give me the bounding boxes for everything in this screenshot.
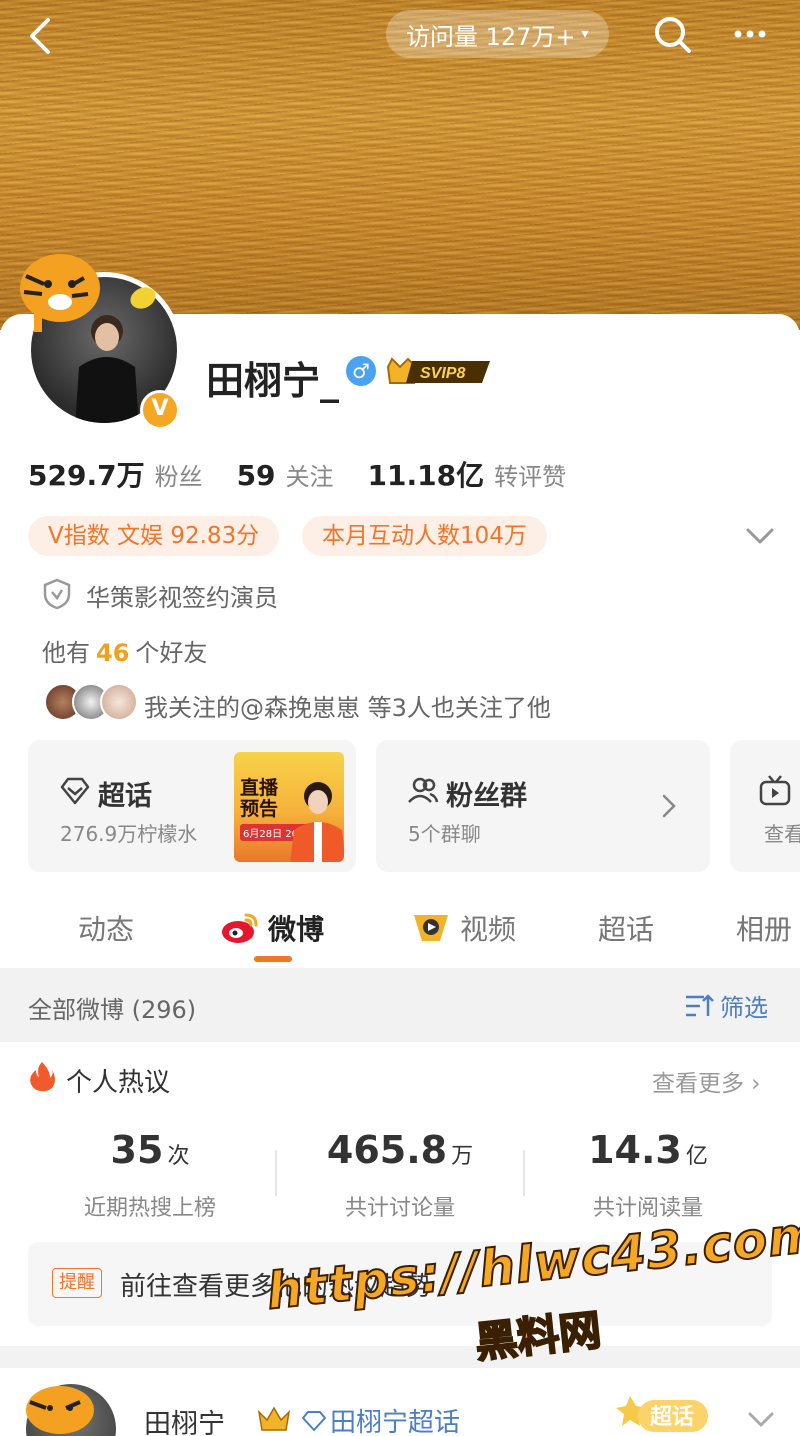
visits-counter-button[interactable]: 访问量 127万+ ▾ [386, 10, 609, 58]
supertopic-badge-label: 超话 [650, 1405, 694, 1430]
fan-group-subtitle: 5个群聊 [408, 822, 481, 846]
followers-label[interactable]: 粉丝 [155, 457, 203, 492]
male-gender-icon: ♂ [346, 356, 376, 386]
post-author-name[interactable]: 田栩宁_ [144, 1402, 239, 1436]
tab-supertopic[interactable]: 超话 [598, 908, 654, 948]
filter-label: 筛选 [720, 994, 768, 1022]
tab-video[interactable]: 视频 [410, 908, 516, 948]
video-card[interactable]: 查看 [730, 740, 800, 872]
metric-discussions: 465.8 万 [280, 1128, 520, 1172]
visits-label: 访问量 127万+ [406, 22, 576, 51]
tab-label: 微博 [268, 913, 325, 946]
tiger-sticker-icon [26, 1386, 94, 1434]
verified-badge: V [140, 390, 180, 430]
engagement-count: 11.18亿 [367, 459, 485, 492]
certification-text: 华策影视签约演员 [86, 584, 278, 612]
mutual-avatar-3 [100, 683, 138, 721]
see-more-link[interactable]: 查看更多 › [652, 1064, 761, 1098]
following-label[interactable]: 关注 [286, 457, 334, 492]
filter-icon [686, 993, 714, 1016]
chevron-left-icon [30, 18, 50, 54]
friends-count-row[interactable]: 他有 46 个好友 [42, 633, 207, 668]
metric-value: 14.3 [588, 1128, 682, 1172]
watermark-name: 黑料网 [472, 1304, 604, 1368]
tab-album[interactable]: 相册 [736, 908, 792, 948]
shield-check-icon [43, 578, 71, 610]
weibo-logo-icon [222, 913, 258, 943]
poster-person-image [290, 782, 344, 862]
metric-label: 共计讨论量 [344, 1196, 455, 1221]
engagement-label: 转评赞 [494, 463, 567, 491]
friends-prefix: 他有 [42, 639, 90, 667]
svip-badge[interactable]: SVIP8 [386, 355, 494, 387]
tab-dynamic[interactable]: 动态 [78, 908, 134, 948]
profile-stats: 529.7万 粉丝 59 关注 11.18亿 转评赞 [28, 454, 600, 494]
tab-label: 视频 [460, 913, 517, 946]
supertopic-badge[interactable]: 超话 [616, 1392, 716, 1436]
fan-group-card[interactable]: 粉丝群 5个群聊 [376, 740, 710, 872]
chevron-down-icon[interactable] [746, 1408, 776, 1432]
supertopic-title: 超话 [98, 781, 152, 812]
metric-divider [275, 1150, 277, 1196]
post-supertopic-label: 田栩宁超话 [330, 1408, 461, 1436]
search-button[interactable] [650, 12, 694, 56]
tab-label: 相册 [736, 913, 793, 946]
mutual-follow-text[interactable]: 我关注的@森挽崽崽 等3人也关注了他 [144, 688, 551, 723]
friends-count: 46 [96, 639, 130, 667]
v-index-pill[interactable]: V指数 文娱 92.83分 [28, 516, 280, 556]
monthly-interaction-pill[interactable]: 本月互动人数104万 [302, 516, 547, 556]
back-button[interactable] [22, 14, 66, 58]
live-preview-poster[interactable]: 直播 预告 6月28日 20:00 [234, 752, 344, 862]
profile-tabs: 动态 微博 视频 超话 相册 [0, 900, 800, 960]
chevron-down-icon[interactable] [744, 522, 776, 550]
metric-unit: 次 [167, 1144, 190, 1169]
metric-value: 465.8 [326, 1128, 448, 1172]
metric-unit: 万 [451, 1144, 474, 1169]
supertopic-card[interactable]: 超话 276.9万柠檬水 直播 预告 6月28日 20:00 [28, 740, 356, 872]
metric-reads: 14.3 亿 [528, 1128, 768, 1172]
group-users-icon [408, 777, 439, 803]
fan-group-title: 粉丝群 [446, 781, 527, 812]
more-dots-icon [734, 30, 766, 38]
metric-hot-search: 35 次 [30, 1128, 270, 1172]
video-card-subtitle: 查看 [764, 822, 800, 846]
active-tab-indicator [254, 956, 292, 962]
following-count[interactable]: 59 [237, 459, 276, 492]
followers-count[interactable]: 529.7万 [28, 454, 145, 494]
poster-title: 直播 预告 [240, 777, 279, 820]
metric-label: 近期热搜上榜 [83, 1196, 216, 1221]
tab-label: 动态 [78, 913, 135, 946]
chevron-right-icon [662, 794, 676, 818]
tab-label: 超话 [598, 913, 655, 946]
filter-button[interactable]: 筛选 [684, 988, 768, 1023]
search-icon [655, 17, 691, 53]
hot-discussion-title: 个人热议 [66, 1068, 171, 1098]
metric-divider [523, 1150, 525, 1196]
diamond-icon [302, 1410, 326, 1431]
more-options-button[interactable] [728, 12, 772, 56]
metric-value: 35 [110, 1128, 164, 1172]
fire-icon [30, 1062, 55, 1092]
tv-icon [759, 775, 791, 806]
metric-unit: 亿 [685, 1144, 708, 1169]
caret-down-icon: ▾ [581, 26, 589, 42]
mutual-follower-avatars[interactable] [44, 683, 140, 721]
tab-weibo[interactable]: 微博 [220, 908, 324, 948]
reminder-tag: 提醒 [52, 1268, 102, 1298]
svip-label: SVIP8 [420, 365, 465, 382]
tiger-sticker-icon [20, 254, 100, 332]
friends-suffix: 个好友 [135, 639, 208, 667]
profile-name: 田栩宁_ [206, 359, 340, 403]
diamond-icon [60, 777, 90, 805]
video-channel-icon [414, 915, 448, 941]
all-weibo-bar: 全部微博 (296) 筛选 [0, 968, 800, 1042]
supertopic-subtitle: 276.9万柠檬水 [60, 822, 198, 846]
all-weibo-count: 全部微博 (296) [28, 996, 197, 1024]
